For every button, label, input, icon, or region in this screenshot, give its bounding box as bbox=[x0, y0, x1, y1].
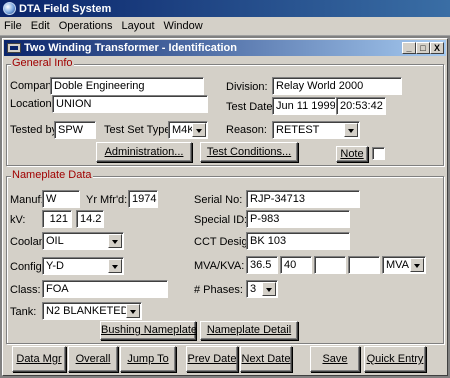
mva-field-2[interactable]: 40 bbox=[280, 256, 312, 274]
save-button[interactable]: Save bbox=[310, 346, 360, 372]
reason-label: Reason: bbox=[226, 124, 267, 136]
overall-button[interactable]: Overall bbox=[68, 346, 118, 372]
reason-select[interactable]: RETEST bbox=[272, 121, 360, 139]
config-value: Y-D bbox=[46, 260, 64, 272]
test-time-field[interactable]: 20:53:42 bbox=[336, 97, 386, 115]
nameplate-detail-button[interactable]: Nameplate Detail bbox=[200, 321, 298, 340]
tested-by-field[interactable]: SPW bbox=[54, 121, 96, 139]
kv-label: kV: bbox=[10, 214, 26, 226]
next-date-button[interactable]: Next Date bbox=[240, 346, 292, 372]
phases-label: # Phases: bbox=[194, 284, 243, 296]
administration-button[interactable]: Administration... bbox=[96, 142, 192, 162]
test-date-field[interactable]: Jun 11 1999 bbox=[272, 97, 336, 115]
kv-field-1[interactable]: 121 bbox=[42, 210, 72, 228]
app-title: DTA Field System bbox=[19, 2, 112, 15]
config-label: Config: bbox=[10, 261, 45, 273]
location-field[interactable]: UNION bbox=[52, 95, 208, 113]
test-set-type-dropdown-icon[interactable] bbox=[192, 123, 206, 137]
mva-label: MVA/KVA: bbox=[194, 260, 245, 272]
reason-value: RETEST bbox=[276, 124, 320, 136]
window-title-bar: Two Winding Transformer - Identification bbox=[4, 40, 446, 56]
bushing-nameplate-button[interactable]: Bushing Nameplate bbox=[100, 321, 197, 340]
location-label: Location: bbox=[10, 98, 55, 110]
reason-dropdown-icon[interactable] bbox=[344, 123, 358, 137]
division-label: Division: bbox=[226, 81, 268, 93]
coolant-value: OIL bbox=[46, 235, 64, 247]
phases-select[interactable]: 3 bbox=[246, 280, 278, 298]
test-set-type-label: Test Set Type: bbox=[104, 124, 174, 136]
tank-label: Tank: bbox=[10, 306, 37, 318]
test-date-label: Test Date: bbox=[226, 101, 276, 113]
cct-desig-label: CCT Desig: bbox=[194, 236, 251, 248]
mva-field-4[interactable] bbox=[348, 256, 380, 274]
note-checkbox[interactable] bbox=[372, 147, 385, 160]
menu-layout[interactable]: Layout bbox=[122, 20, 155, 32]
phases-value: 3 bbox=[250, 283, 257, 295]
config-dropdown-icon[interactable] bbox=[108, 259, 122, 273]
nameplate-legend: Nameplate Data bbox=[11, 169, 93, 181]
test-conditions-button[interactable]: Test Conditions... bbox=[200, 142, 298, 162]
menu-file[interactable]: File bbox=[4, 20, 22, 32]
coolant-select[interactable]: OIL bbox=[42, 232, 124, 250]
note-button[interactable]: Note bbox=[336, 146, 368, 162]
close-button[interactable]: X bbox=[430, 42, 444, 54]
minimize-button[interactable]: _ bbox=[402, 42, 416, 54]
company-field[interactable]: Doble Engineering bbox=[50, 77, 204, 95]
test-set-type-select[interactable]: M4K bbox=[168, 121, 208, 139]
class-field[interactable]: FOA bbox=[42, 280, 168, 298]
mva-unit-value: MVA bbox=[386, 259, 410, 271]
serial-label: Serial No: bbox=[194, 194, 243, 206]
general-info-legend: General Info bbox=[11, 57, 74, 69]
data-mgr-button[interactable]: Data Mgr bbox=[12, 346, 66, 372]
config-select[interactable]: Y-D bbox=[42, 257, 124, 275]
special-id-label: Special ID: bbox=[194, 214, 248, 226]
mva-unit-dropdown-icon[interactable] bbox=[410, 258, 424, 272]
window-icon bbox=[7, 43, 21, 53]
menu-bar: File Edit Operations Layout Window bbox=[0, 17, 450, 36]
coolant-dropdown-icon[interactable] bbox=[108, 234, 122, 248]
menu-window[interactable]: Window bbox=[164, 20, 203, 32]
jump-to-button[interactable]: Jump To bbox=[120, 346, 176, 372]
prev-date-button[interactable]: Prev Date bbox=[186, 346, 238, 372]
division-field[interactable]: Relay World 2000 bbox=[272, 77, 402, 95]
mva-field-3[interactable] bbox=[314, 256, 346, 274]
tested-by-label: Tested by: bbox=[10, 124, 61, 136]
kv-field-2[interactable]: 14.2 bbox=[76, 210, 104, 228]
mva-unit-select[interactable]: MVA bbox=[382, 256, 426, 274]
serial-field[interactable]: RJP-34713 bbox=[246, 190, 360, 208]
phases-dropdown-icon[interactable] bbox=[262, 282, 276, 296]
manuf-label: Manuf: bbox=[10, 194, 44, 206]
yr-mfd-field[interactable]: 1974 bbox=[128, 190, 158, 208]
app-title-bar: DTA Field System bbox=[0, 0, 450, 17]
mva-field-1[interactable]: 36.5 bbox=[246, 256, 278, 274]
yr-mfd-label: Yr Mfr'd: bbox=[86, 194, 128, 206]
special-id-field[interactable]: P-983 bbox=[246, 210, 350, 228]
cct-desig-field[interactable]: BK 103 bbox=[246, 232, 350, 250]
app-logo-icon bbox=[3, 2, 16, 15]
tank-value: N2 BLANKETED bbox=[46, 305, 129, 317]
window-title: Two Winding Transformer - Identification bbox=[24, 42, 237, 54]
menu-edit[interactable]: Edit bbox=[31, 20, 50, 32]
menu-operations[interactable]: Operations bbox=[59, 20, 113, 32]
manuf-field[interactable]: W bbox=[42, 190, 80, 208]
quick-entry-button[interactable]: Quick Entry bbox=[364, 346, 426, 372]
class-label: Class: bbox=[10, 284, 41, 296]
maximize-button[interactable]: □ bbox=[416, 42, 430, 54]
tank-dropdown-icon[interactable] bbox=[126, 304, 140, 318]
tank-select[interactable]: N2 BLANKETED bbox=[42, 302, 142, 320]
